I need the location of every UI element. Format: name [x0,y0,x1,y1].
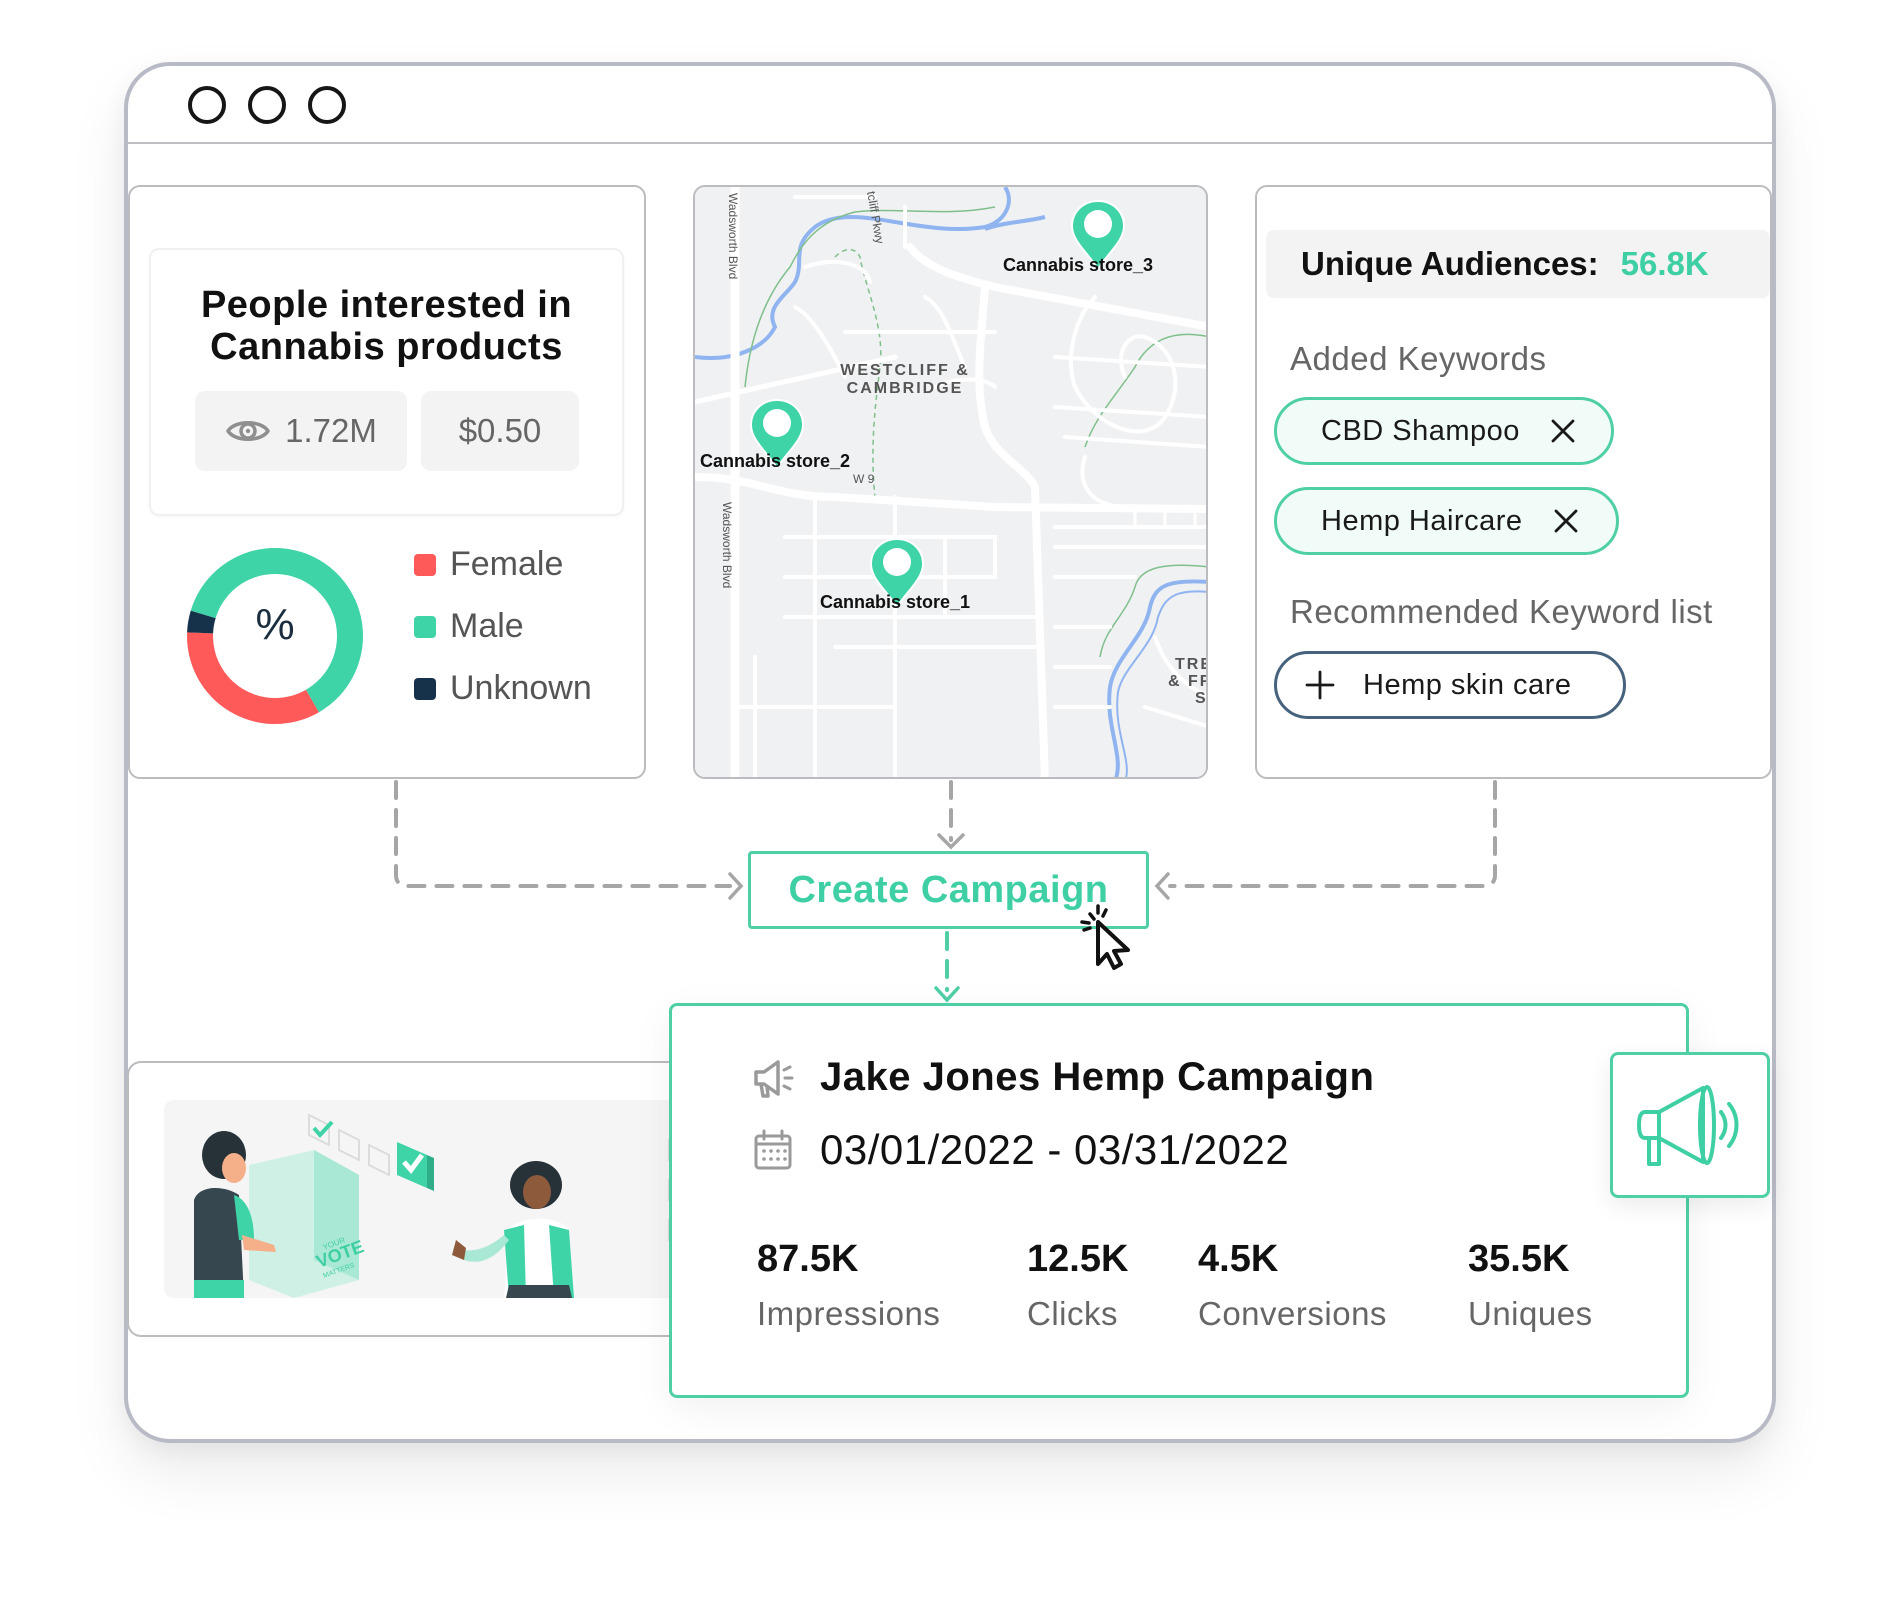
metric-label: Conversions [1198,1295,1387,1332]
metric-clicks: 12.5K Clicks [1027,1238,1128,1333]
calendar-icon [754,1129,792,1170]
metric-value: 4.5K [1198,1238,1279,1280]
campaign-name: Jake Jones Hemp Campaign [820,1055,1375,1099]
metric-value: 87.5K [757,1238,859,1280]
metric-label: Impressions [757,1295,941,1332]
metric-conversions: 4.5K Conversions [1198,1238,1387,1333]
metric-label: Uniques [1468,1295,1593,1332]
metric-value: 35.5K [1468,1238,1570,1280]
mouse-cursor-icon [1080,904,1130,970]
megaphone-badge [1610,1052,1770,1198]
voting-illustration: YOUR VOTE MATTERS [164,1100,724,1298]
metric-impressions: 87.5K Impressions [757,1238,940,1333]
arrowhead-icon [1154,872,1170,900]
megaphone-icon [754,1059,794,1098]
megaphone-icon [1637,1085,1739,1166]
metric-uniques: 35.5K Uniques [1468,1238,1593,1333]
voting-illustration-graphic: YOUR VOTE MATTERS [194,1113,692,1298]
connector-right [1168,780,1497,888]
campaign-dates: 03/01/2022 - 03/31/2022 [820,1126,1290,1173]
create-campaign-label: Create Campaign [788,868,1109,911]
connector-left [394,780,732,888]
metric-value: 12.5K [1027,1238,1129,1280]
campaign-name-row: Jake Jones Hemp Campaign [752,1055,1374,1100]
metric-label: Clicks [1027,1295,1118,1332]
campaign-dates-row: 03/01/2022 - 03/31/2022 [752,1126,1289,1174]
